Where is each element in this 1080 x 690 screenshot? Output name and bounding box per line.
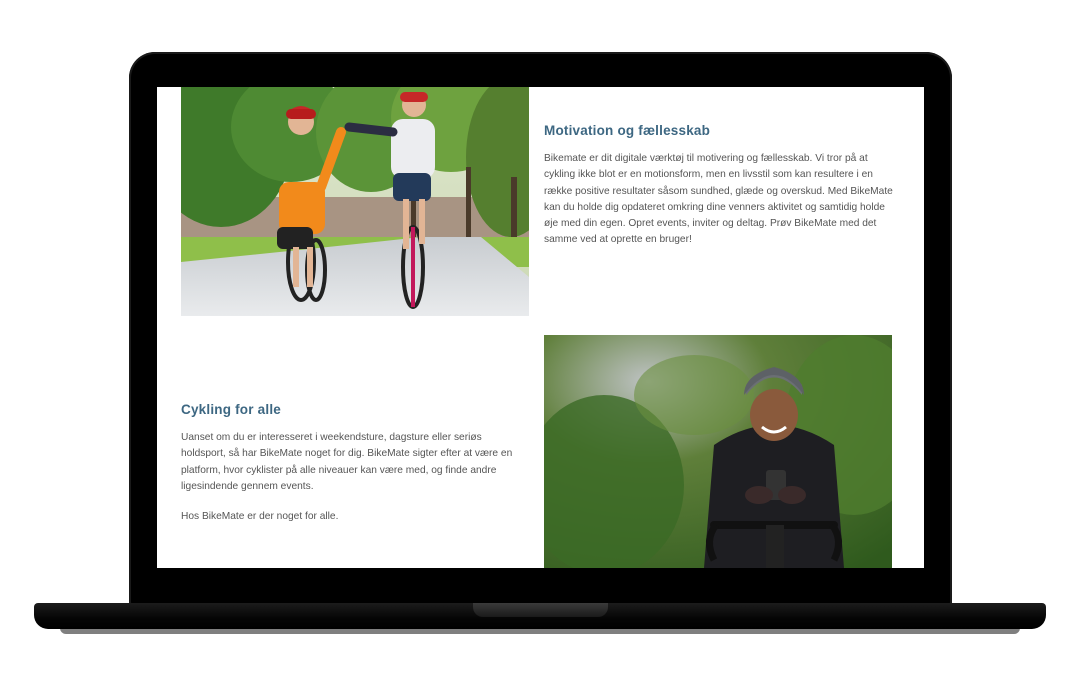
- section-motivation: Motivation og fællesskab Bikemate er dit…: [157, 87, 924, 317]
- section-heading: Motivation og fællesskab: [544, 123, 711, 138]
- cycling-text-block: Cykling for alle Uanset om du er interes…: [181, 402, 526, 525]
- section-paragraph: Hos BikeMate er der noget for alle.: [181, 511, 339, 523]
- two-cyclists-high-five-photo: [181, 87, 529, 316]
- motivation-text-block: Motivation og fællesskab Bikemate er dit…: [544, 123, 894, 249]
- section-cycling-for-all: Cykling for alle Uanset om du er interes…: [157, 335, 924, 568]
- woman-cyclist-phone-photo: [544, 335, 892, 568]
- section-paragraph: Uanset om du er interesseret i weekendst…: [181, 432, 513, 492]
- laptop-screen: Motivation og fællesskab Bikemate er dit…: [157, 87, 924, 568]
- laptop-notch: [473, 603, 608, 617]
- section-heading: Cykling for alle: [181, 402, 281, 417]
- section-paragraph: Bikemate er dit digitale værktøj til mot…: [544, 153, 893, 246]
